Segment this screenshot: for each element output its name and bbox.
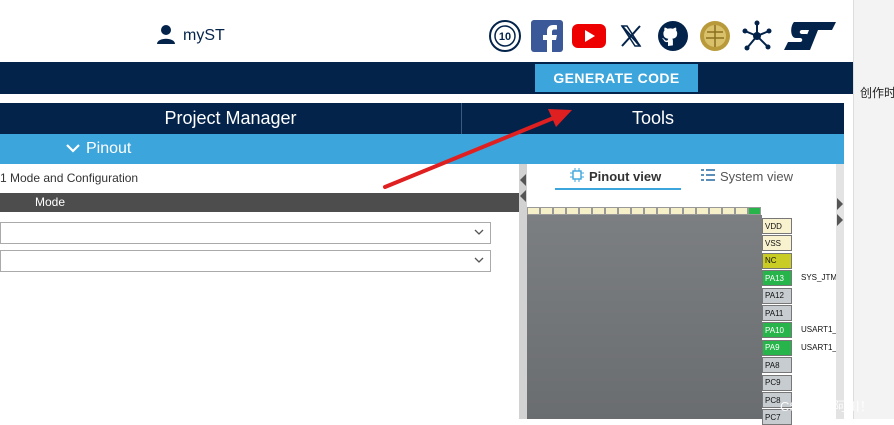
annotation-arrow <box>383 109 572 189</box>
watermark: CSDN @阿川！ <box>780 399 873 414</box>
